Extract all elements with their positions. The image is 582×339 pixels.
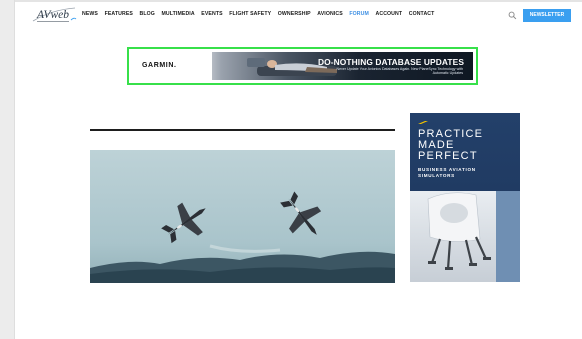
nav-avionics[interactable]: AVIONICS [317,11,343,17]
nav-flight-safety[interactable]: FLIGHT SAFETY [229,11,271,17]
side-ad-subtitle-line-2: SIMULATORS [418,173,455,178]
garmin-banner-ad[interactable]: GARMIN. DO-NOTHING DATABASE UPDATES Neve… [127,47,478,85]
nav-account[interactable]: ACCOUNT [376,11,403,17]
newsletter-button[interactable]: NEWSLETTER [523,9,571,22]
featured-image-jets[interactable] [90,150,395,283]
main-nav: NEWS FEATURES BLOG MULTIMEDIA EVENTS FLI… [82,11,441,17]
nav-ownership[interactable]: OWNERSHIP [278,11,311,17]
nav-multimedia[interactable]: MULTIMEDIA [162,11,195,17]
site-header: AVweb NEWS FEATURES BLOG MULTIMEDIA EVEN… [15,4,582,26]
garmin-logo: GARMIN. [142,62,177,69]
top-border [15,0,582,2]
section-divider [90,129,395,131]
avweb-logo[interactable]: AVweb [31,4,87,26]
nav-forum[interactable]: FORUM [349,11,369,17]
garmin-logo-panel: GARMIN. [132,52,212,80]
banner-ad-title: DO-NOTHING DATABASE UPDATES [318,57,464,67]
banner-ad-subtitle: Never Update Your Avionics Databases Aga… [336,67,463,76]
banner-ad-content: GARMIN. DO-NOTHING DATABASE UPDATES Neve… [132,52,473,80]
nav-news[interactable]: NEWS [82,11,98,17]
nav-features[interactable]: FEATURES [105,11,133,17]
simulator-side-ad[interactable]: PRACTICE MADE PERFECT BUSINESS AVIATION … [410,113,520,282]
nav-blog[interactable]: BLOG [140,11,155,17]
nav-contact[interactable]: CONTACT [409,11,435,17]
nav-events[interactable]: EVENTS [201,11,222,17]
advertiser-logo-mark [418,121,428,124]
page: AVweb NEWS FEATURES BLOG MULTIMEDIA EVEN… [14,0,582,339]
logo-text: AVweb [36,9,69,21]
side-ad-title-line-3: PERFECT [418,150,478,162]
search-icon[interactable] [508,11,517,20]
